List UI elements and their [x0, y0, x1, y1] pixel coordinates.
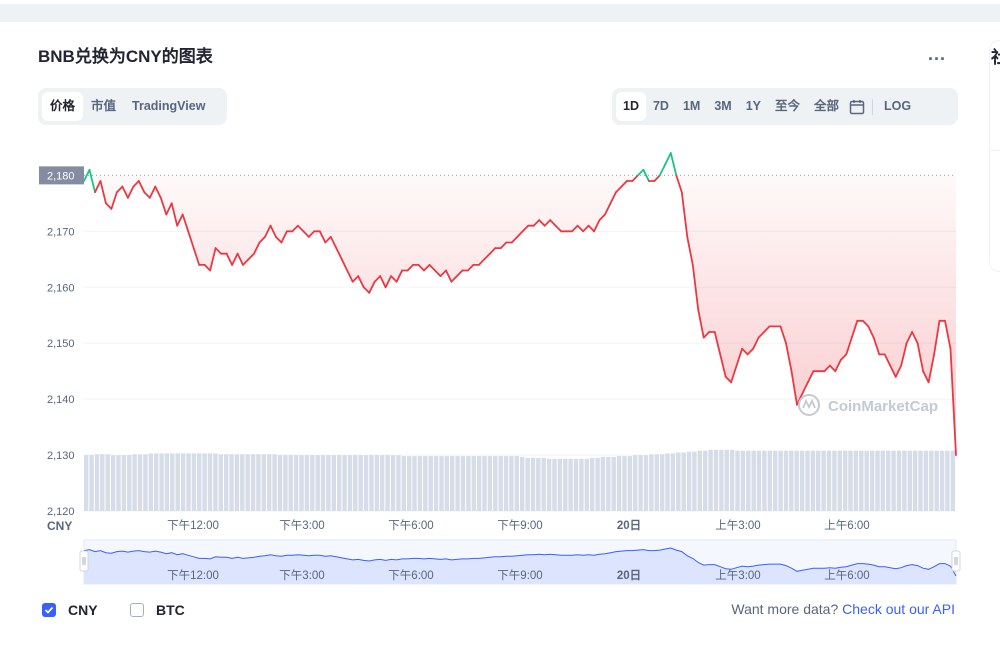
- api-promo: Want more data? Check out our API: [731, 601, 955, 617]
- chart-title: BNB兑换为CNY的图表: [38, 47, 213, 66]
- range-3m[interactable]: 3M: [707, 92, 738, 121]
- range-ytd[interactable]: 至今: [768, 92, 807, 121]
- range-1m[interactable]: 1M: [676, 92, 707, 121]
- tab-tradingview[interactable]: TradingView: [124, 92, 213, 121]
- tab-price[interactable]: 价格: [42, 92, 84, 121]
- api-link[interactable]: Check out our API: [842, 601, 955, 617]
- range-1d[interactable]: 1D: [616, 92, 646, 121]
- view-tab-group: 价格 市值 TradingView: [38, 88, 227, 125]
- cny-checkbox[interactable]: [42, 603, 56, 617]
- log-scale-toggle[interactable]: LOG: [877, 92, 918, 121]
- range-7d[interactable]: 7D: [646, 92, 676, 121]
- side-panel: 社: [989, 40, 1000, 272]
- range-1y[interactable]: 1Y: [739, 92, 768, 121]
- calendar-icon[interactable]: [846, 96, 868, 118]
- btc-toggle[interactable]: BTC: [130, 600, 185, 620]
- side-panel-divider: [990, 150, 1000, 151]
- cny-toggle[interactable]: CNY: [42, 600, 98, 620]
- cny-label: CNY: [68, 602, 98, 618]
- btc-label: BTC: [156, 602, 185, 618]
- btc-checkbox[interactable]: [130, 603, 144, 617]
- tab-market-cap[interactable]: 市值: [83, 92, 124, 121]
- range-tab-group: 1D 7D 1M 3M 1Y 至今 全部 LOG: [612, 88, 958, 125]
- api-text: Want more data?: [731, 601, 843, 617]
- range-divider: [872, 98, 874, 115]
- side-panel-title: 社: [991, 48, 1000, 67]
- range-all[interactable]: 全部: [807, 92, 846, 121]
- more-options-button[interactable]: ...: [928, 44, 946, 65]
- page-top-strip: [0, 0, 1000, 22]
